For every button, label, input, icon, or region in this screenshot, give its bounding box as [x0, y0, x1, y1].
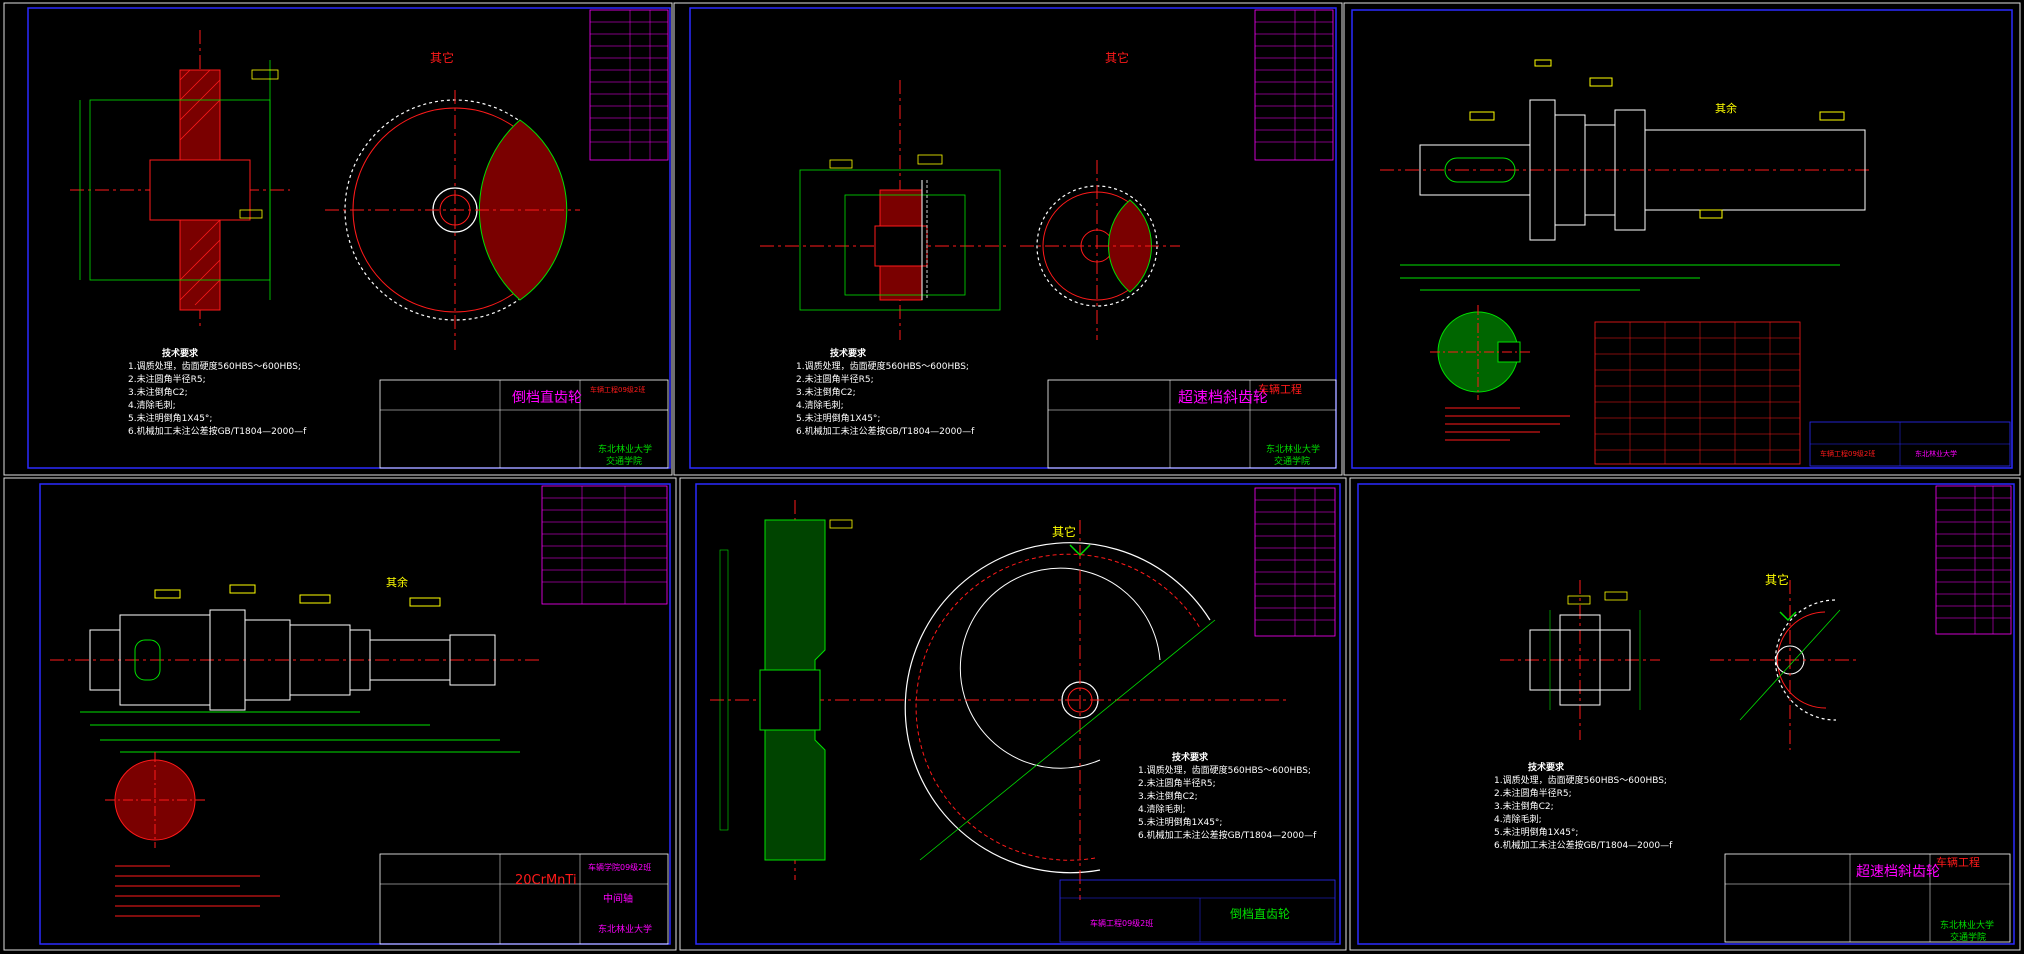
sheet-3-surface-symbol: 其余	[1715, 101, 1737, 115]
svg-text:倒档直齿轮: 倒档直齿轮	[512, 389, 582, 406]
svg-text:3.未注倒角C2;: 3.未注倒角C2;	[1138, 790, 1198, 802]
svg-text:车辆工程09级2班: 车辆工程09级2班	[1820, 449, 1875, 458]
svg-text:6.机械加工未注公差按GB/T1804—2000—f: 6.机械加工未注公差按GB/T1804—2000—f	[128, 425, 307, 437]
svg-text:5.未注明倒角1X45°;: 5.未注明倒角1X45°;	[1138, 816, 1222, 828]
svg-text:交通学院: 交通学院	[1950, 931, 1986, 943]
svg-text:车辆工程09级2班: 车辆工程09级2班	[1090, 918, 1153, 928]
svg-text:技术要求: 技术要求	[1528, 761, 1565, 773]
svg-text:技术要求: 技术要求	[830, 347, 867, 359]
svg-text:交通学院: 交通学院	[1274, 455, 1310, 467]
svg-text:1.调质处理，齿面硬度560HBS～600HBS;: 1.调质处理，齿面硬度560HBS～600HBS;	[1138, 764, 1311, 776]
svg-text:超速档斜齿轮: 超速档斜齿轮	[1178, 388, 1268, 406]
svg-text:5.未注明倒角1X45°;: 5.未注明倒角1X45°;	[128, 412, 212, 424]
svg-text:5.未注明倒角1X45°;: 5.未注明倒角1X45°;	[796, 412, 880, 424]
svg-text:2.未注圆角半径R5;: 2.未注圆角半径R5;	[796, 373, 874, 385]
svg-text:中间轴: 中间轴	[603, 892, 633, 905]
svg-text:3.未注倒角C2;: 3.未注倒角C2;	[796, 386, 856, 398]
svg-text:20CrMnTi: 20CrMnTi	[515, 873, 577, 888]
svg-text:车辆学院09级2班: 车辆学院09级2班	[588, 862, 651, 872]
svg-text:3.未注倒角C2;: 3.未注倒角C2;	[1494, 800, 1554, 812]
svg-text:技术要求: 技术要求	[162, 347, 199, 359]
svg-text:4.清除毛刺;: 4.清除毛刺;	[1494, 813, 1542, 825]
svg-text:东北林业大学: 东北林业大学	[1940, 919, 1994, 931]
svg-text:4.清除毛刺;: 4.清除毛刺;	[128, 399, 176, 411]
svg-text:东北林业大学: 东北林业大学	[1915, 449, 1957, 458]
sheet-4-surface-symbol: 其余	[386, 575, 408, 589]
svg-text:4.清除毛刺;: 4.清除毛刺;	[796, 399, 844, 411]
svg-text:6.机械加工未注公差按GB/T1804—2000—f: 6.机械加工未注公差按GB/T1804—2000—f	[796, 425, 975, 437]
svg-text:3.未注倒角C2;: 3.未注倒角C2;	[128, 386, 188, 398]
svg-text:2.未注圆角半径R5;: 2.未注圆角半径R5;	[1494, 787, 1572, 799]
svg-text:车辆工程09级2班: 车辆工程09级2班	[590, 385, 645, 394]
svg-text:车辆工程: 车辆工程	[1258, 382, 1302, 396]
svg-text:2.未注圆角半径R5;: 2.未注圆角半径R5;	[128, 373, 206, 385]
svg-text:1.调质处理，齿面硬度560HBS～600HBS;: 1.调质处理，齿面硬度560HBS～600HBS;	[1494, 774, 1667, 786]
svg-text:交通学院: 交通学院	[606, 455, 642, 467]
svg-text:5.未注明倒角1X45°;: 5.未注明倒角1X45°;	[1494, 826, 1578, 838]
svg-text:东北林业大学: 东北林业大学	[598, 923, 652, 935]
sheet-1-surface-symbol: 其它	[430, 50, 454, 65]
svg-text:1.调质处理，齿面硬度560HBS～600HBS;: 1.调质处理，齿面硬度560HBS～600HBS;	[796, 360, 969, 372]
sheet-6-surface-symbol: 其它	[1765, 572, 1789, 587]
svg-text:东北林业大学: 东北林业大学	[598, 443, 652, 455]
svg-text:车辆工程: 车辆工程	[1936, 855, 1980, 869]
svg-text:倒档直齿轮: 倒档直齿轮	[1230, 907, 1290, 921]
svg-text:超速档斜齿轮: 超速档斜齿轮	[1856, 864, 1940, 880]
sheet-5-surface-symbol: 其它	[1052, 524, 1076, 539]
cad-drawing-canvas: 其它 技术要求 1.调质处理，齿面硬度560HBS～600HBS; 2.未注圆角…	[0, 0, 2024, 954]
svg-text:4.清除毛刺;: 4.清除毛刺;	[1138, 803, 1186, 815]
svg-text:1.调质处理，齿面硬度560HBS～600HBS;: 1.调质处理，齿面硬度560HBS～600HBS;	[128, 360, 301, 372]
svg-text:6.机械加工未注公差按GB/T1804—2000—f: 6.机械加工未注公差按GB/T1804—2000—f	[1138, 829, 1317, 841]
svg-text:东北林业大学: 东北林业大学	[1266, 443, 1320, 455]
svg-text:技术要求: 技术要求	[1172, 751, 1209, 763]
sheet-2-surface-symbol: 其它	[1105, 50, 1129, 65]
svg-text:2.未注圆角半径R5;: 2.未注圆角半径R5;	[1138, 777, 1216, 789]
svg-text:6.机械加工未注公差按GB/T1804—2000—f: 6.机械加工未注公差按GB/T1804—2000—f	[1494, 839, 1673, 851]
